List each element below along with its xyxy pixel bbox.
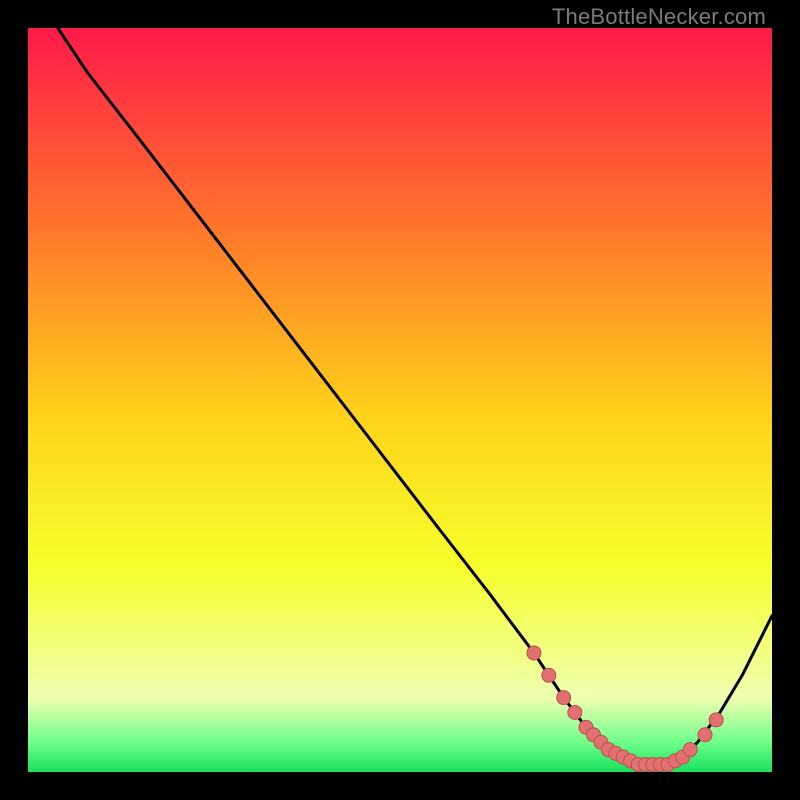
watermark-text: TheBottleNecker.com — [552, 4, 766, 30]
chart-svg — [28, 28, 772, 772]
marker-dot — [683, 743, 697, 757]
marker-dot — [527, 646, 541, 660]
marker-dot — [542, 668, 556, 682]
marker-dot — [568, 705, 582, 719]
marker-dot — [557, 691, 571, 705]
chart-frame — [28, 28, 772, 772]
marker-dot — [709, 713, 723, 727]
marker-dot — [698, 728, 712, 742]
